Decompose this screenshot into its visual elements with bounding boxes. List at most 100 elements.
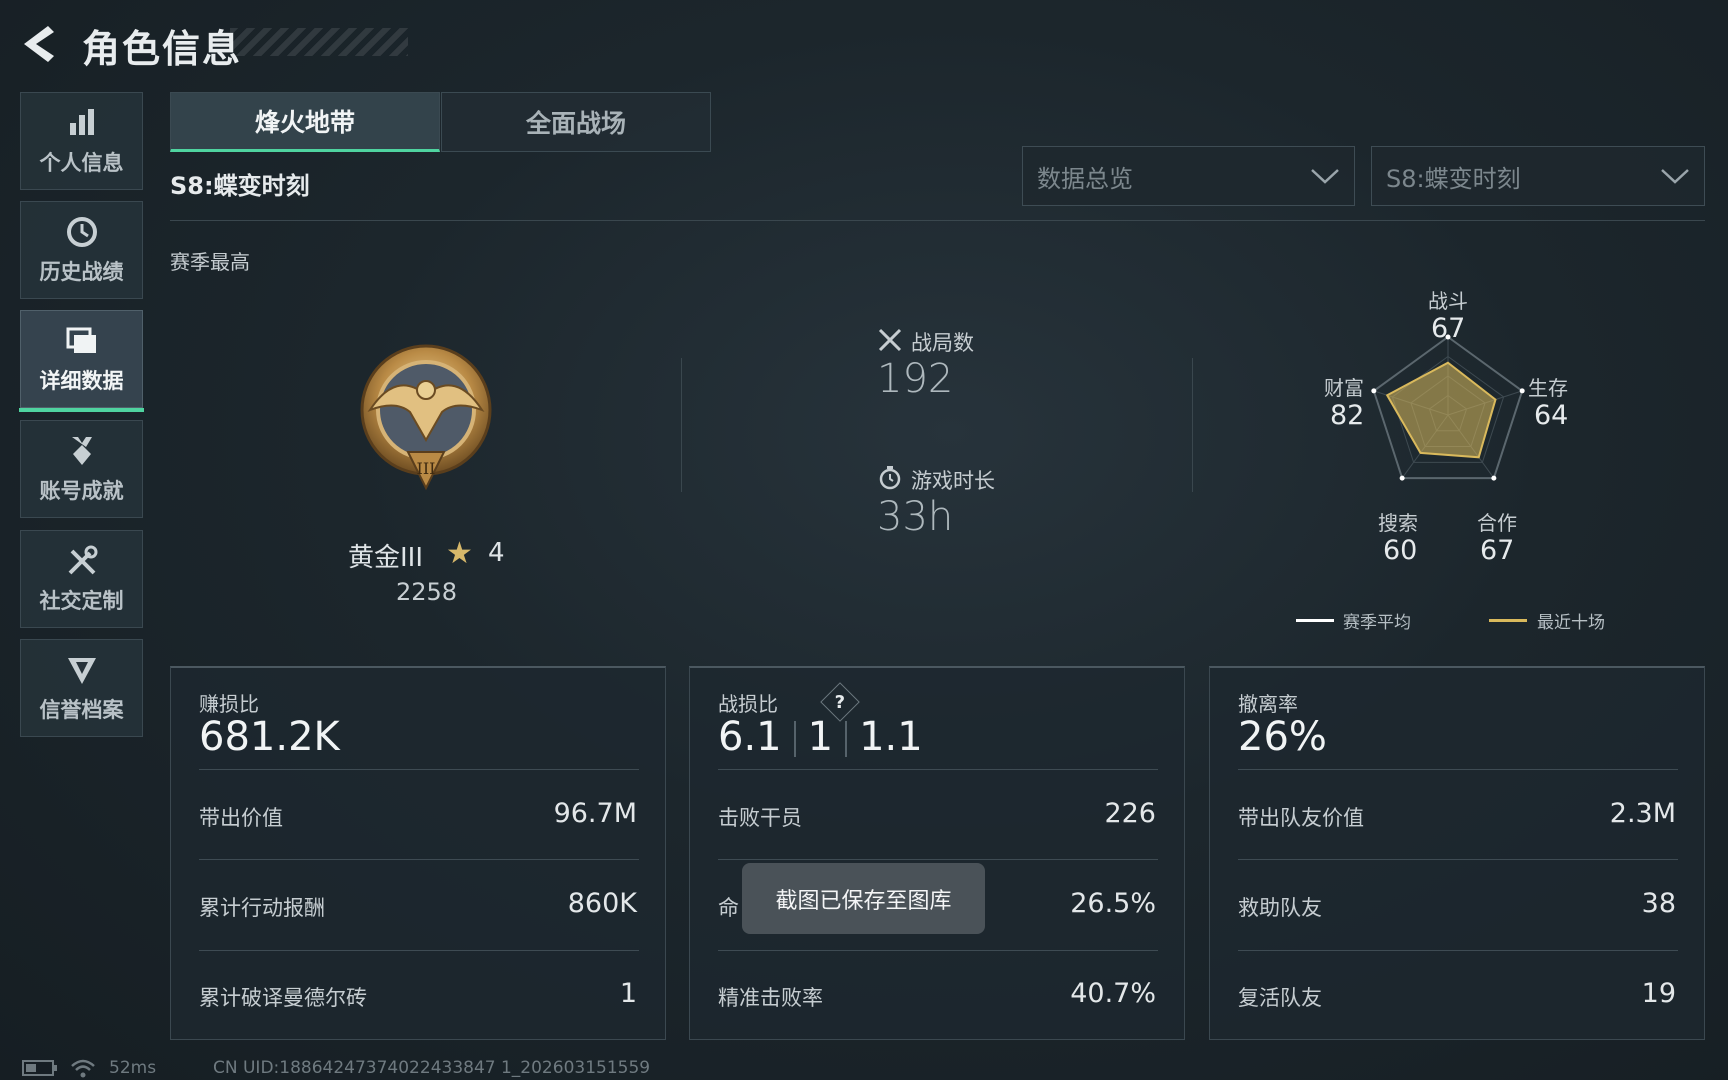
- row-value: 226: [1104, 798, 1156, 829]
- rank-score: 2258: [396, 578, 458, 606]
- panel-title: 撤离率: [1238, 692, 1298, 716]
- divider: [1238, 859, 1678, 860]
- wifi-icon: [71, 1059, 95, 1078]
- radar-value-survival: 64: [1534, 400, 1569, 431]
- row-label: 带出价值: [199, 806, 283, 830]
- matches-label: 战局数: [911, 331, 974, 355]
- back-button[interactable]: [18, 22, 58, 66]
- separator: [793, 721, 796, 757]
- sidebar-item-achievements[interactable]: 账号成就: [20, 420, 143, 518]
- radar-value-cooperation: 67: [1480, 535, 1515, 566]
- sidebar-item-personal-info[interactable]: 个人信息: [20, 92, 143, 190]
- chevron-down-icon: [1311, 169, 1339, 184]
- sidebar-item-social[interactable]: 社交定制: [20, 530, 143, 628]
- legend-swatch-recent: [1489, 619, 1527, 622]
- radar-value-combat: 67: [1431, 313, 1466, 344]
- sidebar-item-label: 社交定制: [39, 589, 124, 613]
- row-label: 击败干员: [718, 806, 802, 830]
- season-dropdown[interactable]: S8:蝶变时刻: [1371, 146, 1705, 206]
- stopwatch-icon: [879, 466, 901, 490]
- row-value: 38: [1641, 888, 1676, 919]
- radar-label-combat: 战斗: [1428, 289, 1468, 313]
- tools-icon: [68, 545, 97, 575]
- row-label: 累计行动报酬: [199, 896, 325, 920]
- season-label: S8:蝶变时刻: [170, 172, 310, 200]
- sidebar-item-history[interactable]: 历史战绩: [20, 201, 143, 299]
- sidebar-item-detailed-data[interactable]: 详细数据: [19, 310, 144, 412]
- battery-icon: [22, 1060, 57, 1076]
- tab-battlefield[interactable]: 全面战场: [441, 92, 711, 152]
- row-value: 19: [1641, 978, 1676, 1009]
- panel-title: 赚损比: [199, 692, 259, 716]
- legend-swatch-season: [1296, 619, 1334, 622]
- divider: [1192, 358, 1193, 492]
- title-decoration: [230, 28, 408, 56]
- panel-main-value: 681.2K: [199, 714, 340, 760]
- kd-right: 1.1: [859, 714, 923, 760]
- legend-season-average: 赛季平均: [1343, 613, 1411, 633]
- radar-label-cooperation: 合作: [1477, 511, 1517, 535]
- toast-message: 截图已保存至图库: [742, 863, 985, 934]
- playtime-value: 33h: [877, 494, 954, 540]
- star-icon: ★: [446, 536, 473, 571]
- page-title: 角色信息: [82, 27, 243, 71]
- badge-numeral: III: [417, 459, 436, 478]
- shield-icon: [67, 658, 96, 684]
- radar-label-survival: 生存: [1528, 376, 1568, 400]
- category-dropdown[interactable]: 数据总览: [1022, 146, 1355, 206]
- row-label: 复活队友: [1238, 986, 1322, 1010]
- row-label: 精准击败率: [718, 986, 823, 1010]
- sidebar-item-credit[interactable]: 信誉档案: [20, 639, 143, 737]
- divider: [199, 950, 639, 951]
- radar-value-search: 60: [1383, 535, 1418, 566]
- row-label: 命: [718, 896, 739, 920]
- chevron-left-icon: [24, 26, 54, 62]
- sidebar-item-label: 信誉档案: [39, 698, 124, 722]
- ping-text: 52ms: [109, 1058, 157, 1078]
- sidebar-item-label: 个人信息: [39, 151, 124, 175]
- sidebar-item-label: 账号成就: [39, 479, 124, 503]
- radar-vertex-dot: [1399, 475, 1405, 481]
- section-title: 赛季最高: [170, 250, 250, 274]
- row-value: 96.7M: [553, 798, 637, 829]
- row-label: 累计破译曼德尔砖: [199, 986, 367, 1010]
- radar-label-search: 搜索: [1378, 511, 1418, 535]
- kd-middle: 1: [807, 714, 834, 760]
- panel-extraction: 撤离率 26% 带出队友价值 2.3M 救助队友 38 复活队友 19: [1209, 666, 1705, 1040]
- crossed-swords-icon: [878, 328, 902, 352]
- divider: [199, 859, 639, 860]
- sidebar-item-label: 历史战绩: [39, 260, 124, 284]
- row-value: 40.7%: [1070, 978, 1156, 1009]
- row-value: 1: [619, 978, 637, 1009]
- radar-value-wealth: 82: [1330, 400, 1365, 431]
- divider: [1238, 950, 1678, 951]
- row-label: 带出队友价值: [1238, 806, 1364, 830]
- divider: [1238, 769, 1678, 770]
- uid-text: CN UID:18864247374022433847 1_2026031515…: [213, 1058, 651, 1078]
- divider: [718, 859, 1158, 860]
- panel-main-value: 6.1 1 1.1: [718, 714, 923, 760]
- rank-stars: 4: [488, 538, 505, 568]
- cards-icon: [66, 327, 96, 353]
- row-label: 救助队友: [1238, 896, 1322, 920]
- chevron-down-icon: [1661, 169, 1689, 184]
- rank-name: 黄金III: [348, 543, 424, 573]
- separator: [845, 721, 848, 757]
- divider: [681, 358, 682, 492]
- panel-title: 战损比: [718, 692, 778, 716]
- tab-warzone[interactable]: 烽火地带: [170, 92, 440, 152]
- playtime-label: 游戏时长: [911, 469, 995, 493]
- divider: [718, 769, 1158, 770]
- row-value: 26.5%: [1070, 888, 1156, 919]
- dropdown-value: 数据总览: [1037, 164, 1133, 193]
- sidebar-item-label: 详细数据: [39, 369, 124, 393]
- radar-label-wealth: 财富: [1324, 376, 1364, 400]
- help-icon: ?: [834, 691, 846, 713]
- radar-vertex-dot: [1371, 388, 1377, 394]
- panel-profit: 赚损比 681.2K 带出价值 96.7M 累计行动报酬 860K 累计破译曼德…: [170, 666, 666, 1040]
- panel-kd: 战损比 ? 6.1 1 1.1 击败干员 226 命 26.5% 精准击败率 40.…: [689, 666, 1185, 1040]
- bar-chart-icon: [69, 109, 94, 135]
- radar-series-recent: [1385, 361, 1497, 459]
- history-clock-icon: [66, 217, 97, 247]
- dropdown-value: S8:蝶变时刻: [1386, 164, 1521, 193]
